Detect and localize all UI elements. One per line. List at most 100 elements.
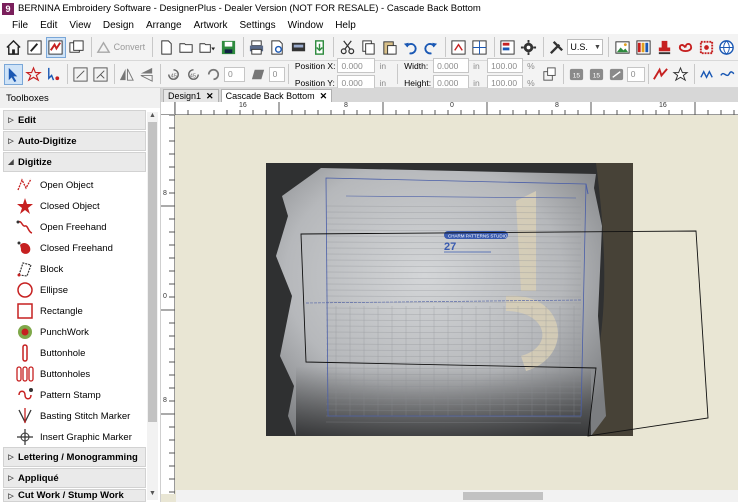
menu-edit[interactable]: Edit — [34, 20, 63, 31]
scroll-down-icon[interactable]: ▼ — [147, 490, 158, 500]
skew-button[interactable] — [249, 64, 268, 85]
select-object-button[interactable] — [4, 63, 23, 85]
menu-window[interactable]: Window — [282, 20, 330, 31]
toolbox-scrollbar[interactable]: ▲ ▼ — [147, 112, 158, 500]
object-properties-button[interactable] — [519, 37, 539, 58]
section-auto-digitize[interactable]: ▷ Auto-Digitize — [3, 131, 146, 151]
close-icon[interactable]: ✕ — [320, 91, 328, 102]
open-button[interactable] — [177, 37, 197, 58]
write-to-machine-button[interactable] — [289, 37, 309, 58]
show-hoop-button[interactable] — [449, 37, 469, 58]
scroll-up-icon[interactable]: ▲ — [147, 112, 158, 122]
tool-rectangle[interactable]: Rectangle — [16, 301, 146, 321]
rotate-left-button[interactable]: 45 — [164, 64, 183, 85]
redo-button[interactable] — [421, 37, 441, 58]
tool-open-object[interactable]: Open Object — [16, 175, 146, 195]
design-library-button[interactable] — [612, 37, 632, 58]
tab-design1[interactable]: Design1 ✕ — [163, 89, 219, 102]
scale-width-input[interactable]: 100.00 — [487, 58, 524, 73]
polygon-select-button[interactable] — [24, 64, 43, 85]
reshape-button[interactable] — [44, 64, 63, 85]
show-grid-button[interactable] — [470, 37, 490, 58]
group-button[interactable] — [71, 64, 90, 85]
export-button[interactable] — [309, 37, 329, 58]
buttonhole-icon — [22, 344, 28, 362]
color-film-button[interactable] — [498, 37, 518, 58]
rotate-right-button[interactable]: 45 — [184, 64, 203, 85]
section-lettering[interactable]: ▷ Lettering / Monogramming — [3, 447, 146, 467]
undo-button[interactable] — [400, 37, 420, 58]
new-button[interactable] — [156, 37, 176, 58]
close-icon[interactable]: ✕ — [206, 91, 214, 102]
web-button[interactable] — [717, 37, 737, 58]
artwork-canvas-button[interactable] — [25, 37, 45, 58]
ungroup-button[interactable] — [91, 64, 110, 85]
print-button[interactable] — [247, 37, 267, 58]
menu-help[interactable]: Help — [329, 20, 362, 31]
tool-ellipse[interactable]: Ellipse — [16, 280, 146, 300]
svg-text:45: 45 — [190, 73, 196, 79]
mirror-horizontal-button[interactable] — [117, 64, 136, 85]
convert-button[interactable]: Convert — [95, 39, 145, 56]
mirror-vertical-button[interactable] — [137, 64, 156, 85]
language-select[interactable]: U.S. ▼ — [567, 39, 604, 55]
stamp-button[interactable] — [654, 37, 674, 58]
menu-artwork[interactable]: Artwork — [188, 20, 234, 31]
section-applique[interactable]: ▷ Appliqué — [3, 468, 146, 488]
menu-design[interactable]: Design — [97, 20, 140, 31]
knife-button[interactable] — [651, 64, 670, 85]
star-fill-button[interactable] — [671, 64, 690, 85]
design-canvas[interactable]: CHARM PATTERNS STUDIO 27 — [176, 116, 738, 490]
stitch-angle-15-button[interactable]: 15 — [567, 64, 586, 85]
position-x-input[interactable]: 0.000 — [337, 58, 376, 73]
section-digitize[interactable]: ◢ Digitize — [3, 152, 146, 172]
lock-proportions-button[interactable] — [540, 64, 559, 85]
position-x-label: Position X: — [294, 60, 336, 71]
tool-insert-graphic-marker[interactable]: Insert Graphic Marker — [16, 427, 146, 447]
ruler-label: 0 — [163, 293, 167, 300]
stitch-type-alt-button[interactable] — [718, 64, 737, 85]
canvas-horizontal-scrollbar[interactable] — [176, 490, 738, 502]
tool-buttonholes[interactable]: Buttonholes — [16, 364, 146, 384]
skew-angle-input[interactable]: 0 — [268, 66, 286, 82]
swirl-button[interactable] — [675, 37, 695, 58]
tool-closed-freehand[interactable]: Closed Freehand — [16, 238, 146, 258]
menu-arrange[interactable]: Arrange — [140, 20, 188, 31]
stitch-angle-45-button[interactable]: 15 — [587, 64, 606, 85]
paste-button[interactable] — [379, 37, 399, 58]
quilt-button[interactable] — [696, 37, 716, 58]
stitch-type-button[interactable] — [698, 64, 717, 85]
toolbox-scroll-thumb[interactable] — [148, 122, 157, 422]
hoop-view-button[interactable] — [67, 37, 87, 58]
save-button[interactable] — [219, 37, 239, 58]
menu-view[interactable]: View — [63, 20, 97, 31]
rotate-angle-input[interactable]: 0 — [224, 66, 245, 82]
canvas-scroll-thumb[interactable] — [463, 492, 543, 500]
rotate-free-button[interactable] — [204, 64, 223, 85]
home-button[interactable] — [4, 37, 24, 58]
toolbar-separator — [647, 64, 649, 84]
cut-button[interactable] — [337, 37, 357, 58]
copy-button[interactable] — [358, 37, 378, 58]
machine-tools-button[interactable] — [546, 37, 566, 58]
tool-closed-object[interactable]: Closed Object — [16, 196, 146, 216]
thread-chart-button[interactable] — [633, 37, 653, 58]
section-cutwork[interactable]: ▷ Cut Work / Stump Work — [3, 489, 146, 502]
mirror-horizontal-icon — [120, 68, 135, 81]
tool-block[interactable]: Block — [16, 259, 146, 279]
tool-punchwork[interactable]: PunchWork — [16, 322, 146, 342]
open-recent-button[interactable] — [198, 37, 218, 58]
tab-cascade-back-bottom[interactable]: Cascade Back Bottom ✕ — [220, 89, 333, 102]
tool-pattern-stamp[interactable]: Pattern Stamp — [16, 385, 146, 405]
menu-settings[interactable]: Settings — [233, 20, 281, 31]
tool-open-freehand[interactable]: Open Freehand — [16, 217, 146, 237]
tool-buttonhole[interactable]: Buttonhole — [16, 343, 146, 363]
menu-file[interactable]: File — [6, 20, 34, 31]
print-preview-button[interactable] — [268, 37, 288, 58]
section-edit[interactable]: ▷ Edit — [3, 110, 146, 130]
tool-basting-stitch-marker[interactable]: Basting Stitch Marker — [16, 406, 146, 426]
stitch-angle-button[interactable] — [607, 64, 626, 85]
stitch-angle-input[interactable]: 0 — [626, 66, 645, 82]
embroidery-canvas-button[interactable] — [45, 36, 66, 58]
width-input[interactable]: 0.000 — [433, 58, 470, 73]
